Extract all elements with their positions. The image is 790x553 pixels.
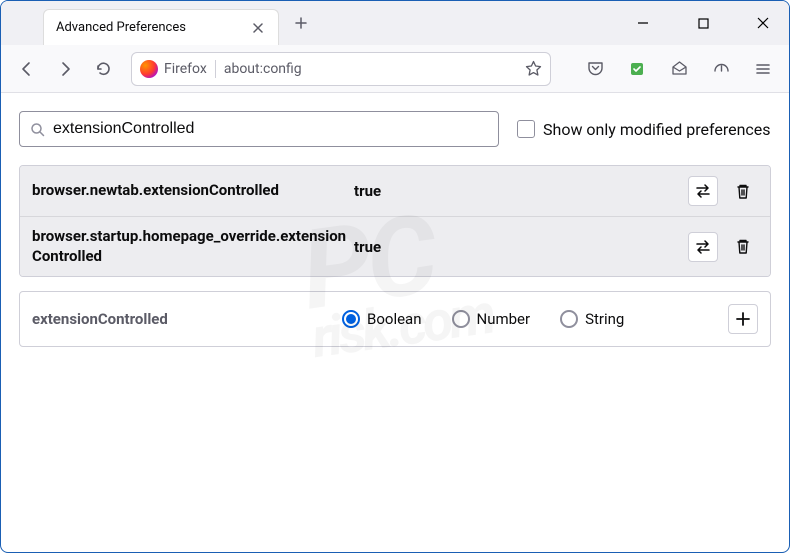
protections-icon[interactable]: [705, 53, 737, 85]
radio-label: Number: [477, 310, 531, 328]
search-icon: [30, 122, 45, 137]
firefox-logo-icon: [140, 60, 158, 78]
navigation-toolbar: Firefox about:config: [1, 45, 789, 93]
close-window-button[interactable]: [743, 8, 783, 38]
radio-number[interactable]: Number: [452, 310, 531, 328]
radio-icon: [452, 310, 470, 328]
preference-search[interactable]: [19, 111, 499, 147]
search-input[interactable]: [53, 120, 488, 138]
about-config-content: Show only modified preferences browser.n…: [1, 93, 789, 365]
bookmark-star-icon[interactable]: [525, 60, 542, 77]
identity-box[interactable]: Firefox: [140, 60, 216, 78]
extension-icon[interactable]: [621, 53, 653, 85]
show-modified-checkbox[interactable]: Show only modified preferences: [517, 120, 771, 139]
radio-icon: [560, 310, 578, 328]
menu-button[interactable]: [747, 53, 779, 85]
preference-name: browser.startup.homepage_override.extens…: [32, 227, 354, 266]
preference-value: true: [354, 238, 688, 256]
identity-label: Firefox: [164, 61, 207, 77]
new-preference-name: extensionControlled: [32, 310, 342, 328]
browser-tab[interactable]: Advanced Preferences: [43, 9, 279, 45]
url-bar[interactable]: Firefox about:config: [131, 52, 551, 86]
preference-value: true: [354, 182, 688, 200]
preference-list: browser.newtab.extensionControlled true …: [19, 165, 771, 277]
tab-bar: Advanced Preferences: [1, 1, 789, 45]
window-controls: [623, 1, 783, 45]
show-modified-label: Show only modified preferences: [543, 120, 771, 139]
search-row: Show only modified preferences: [19, 111, 771, 147]
add-button[interactable]: [728, 304, 758, 334]
reload-button[interactable]: [87, 53, 119, 85]
toggle-button[interactable]: [688, 176, 718, 206]
radio-label: Boolean: [367, 310, 422, 328]
url-text: about:config: [224, 61, 302, 77]
delete-button[interactable]: [728, 176, 758, 206]
toggle-button[interactable]: [688, 232, 718, 262]
radio-boolean[interactable]: Boolean: [342, 310, 422, 328]
close-tab-icon[interactable]: [250, 20, 266, 36]
radio-label: String: [585, 310, 624, 328]
forward-button[interactable]: [49, 53, 81, 85]
checkbox-icon: [517, 120, 535, 138]
preference-row[interactable]: browser.startup.homepage_override.extens…: [20, 217, 770, 276]
maximize-button[interactable]: [683, 8, 723, 38]
back-button[interactable]: [11, 53, 43, 85]
type-radio-group: Boolean Number String: [342, 310, 728, 328]
preference-actions: [688, 176, 758, 206]
minimize-button[interactable]: [623, 8, 663, 38]
delete-button[interactable]: [728, 232, 758, 262]
pocket-icon[interactable]: [579, 53, 611, 85]
new-preference-row: extensionControlled Boolean Number Strin…: [19, 291, 771, 347]
inbox-icon[interactable]: [663, 53, 695, 85]
toolbar-right: [579, 53, 779, 85]
preference-row[interactable]: browser.newtab.extensionControlled true: [20, 166, 770, 217]
new-tab-button[interactable]: [287, 9, 315, 37]
radio-string[interactable]: String: [560, 310, 624, 328]
radio-icon: [342, 310, 360, 328]
tab-title: Advanced Preferences: [56, 20, 186, 35]
preference-name: browser.newtab.extensionControlled: [32, 181, 354, 201]
preference-actions: [688, 232, 758, 262]
